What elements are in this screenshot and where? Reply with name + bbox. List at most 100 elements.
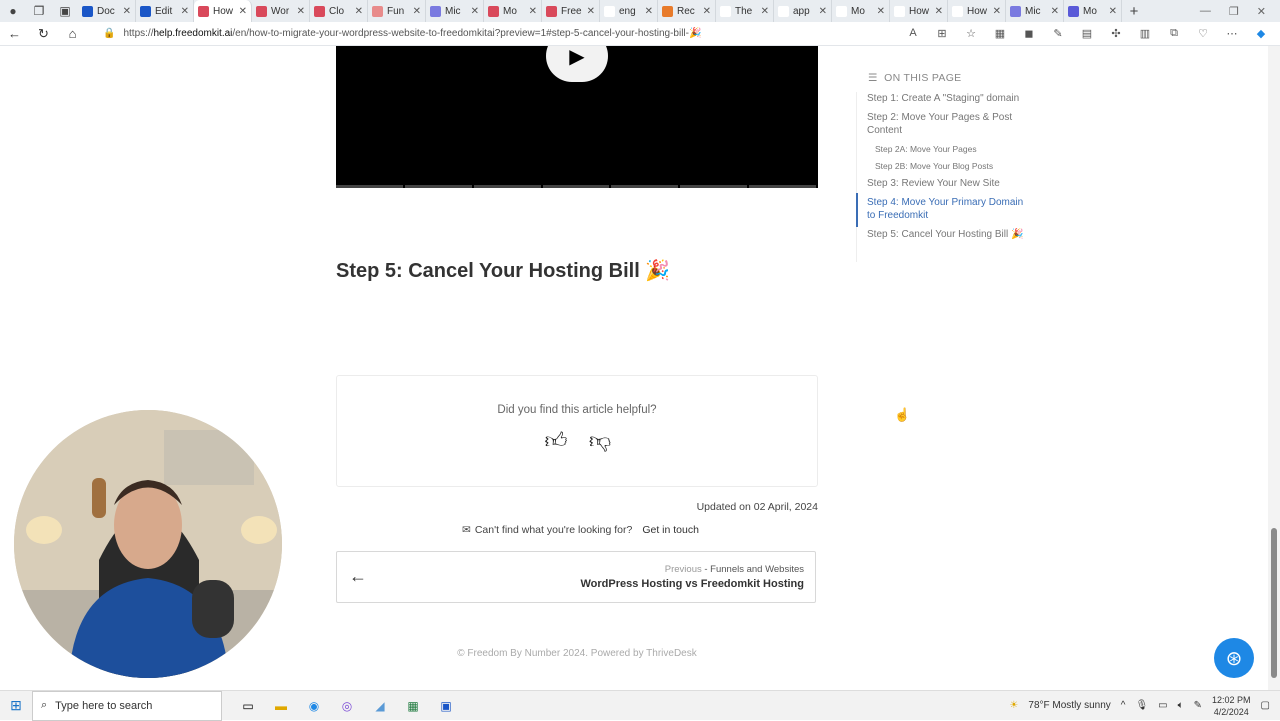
split-screen-icon[interactable]: ▥ [1136, 27, 1154, 40]
microphone-icon[interactable]: 🎙︎ [1135, 700, 1148, 711]
browser-tab[interactable]: Free ✕ [542, 0, 600, 22]
browser-tab[interactable]: The ✕ [716, 0, 774, 22]
weather-icon[interactable]: ☀ [1009, 700, 1018, 711]
new-tab-button[interactable]: + [1122, 3, 1146, 20]
tab-close-icon[interactable]: ✕ [761, 6, 769, 17]
minimize-icon[interactable]: — [1200, 5, 1211, 18]
toc-item[interactable]: Step 3: Review Your New Site [856, 177, 1031, 190]
volume-icon[interactable]: 🔈︎ [1178, 700, 1184, 711]
table-of-contents: ☰ ON THIS PAGE Step 1: Create A "Staging… [856, 72, 1260, 262]
page-scrollbar[interactable] [1268, 46, 1280, 690]
browser-tab[interactable]: Mo ✕ [832, 0, 890, 22]
thumbs-up-icon[interactable]: 👍︎ [543, 428, 569, 454]
browser-tab[interactable]: Rec ✕ [658, 0, 716, 22]
weather-text[interactable]: 78°F Mostly sunny [1028, 700, 1110, 711]
url-path: /en/how-to-migrate-your-wordpress-websit… [232, 28, 702, 39]
help-lifebuoy-button[interactable]: ⊛ [1214, 638, 1254, 678]
favorite-star-icon[interactable]: ☆ [962, 27, 980, 40]
clock-date: 4/2/2024 [1213, 706, 1249, 717]
tab-close-icon[interactable]: ✕ [935, 6, 943, 17]
performance-icon[interactable]: ♡ [1194, 27, 1212, 40]
tab-close-icon[interactable]: ✕ [587, 6, 595, 17]
copilot-icon[interactable]: ◆ [1252, 27, 1270, 40]
browser-tab[interactable]: Clo ✕ [310, 0, 368, 22]
browser-tab[interactable]: app ✕ [774, 0, 832, 22]
browser-tab[interactable]: Mic ✕ [1006, 0, 1064, 22]
thumbs-down-icon[interactable]: 👎︎ [587, 428, 613, 454]
windows-start-icon[interactable]: ⊞ [0, 697, 32, 714]
clock[interactable]: 12:02 PM 4/2/2024 [1212, 694, 1251, 718]
notifications-icon[interactable]: ▢ [1261, 700, 1270, 711]
extension-icon[interactable]: ▤ [1078, 27, 1096, 40]
toc-heading-label: ON THIS PAGE [884, 72, 962, 84]
scrollbar-thumb[interactable] [1271, 528, 1277, 678]
previous-article-card[interactable]: ← Previous - Funnels and Websites WordPr… [336, 551, 816, 603]
tab-close-icon[interactable]: ✕ [239, 6, 247, 17]
tab-close-icon[interactable]: ✕ [1109, 6, 1117, 17]
back-arrow-icon[interactable]: ← [0, 26, 29, 41]
tab-close-icon[interactable]: ✕ [123, 6, 131, 17]
app-available-icon[interactable]: ⊞ [933, 27, 951, 40]
extensions-puzzle-icon[interactable]: ✣ [1107, 27, 1125, 40]
more-menu-icon[interactable]: ⋯ [1223, 27, 1241, 40]
home-icon[interactable]: ⌂ [58, 26, 87, 41]
toc-item[interactable]: Step 5: Cancel Your Hosting Bill 🎉 [856, 228, 1031, 241]
browser-tab[interactable]: Mo ✕ [484, 0, 542, 22]
chevron-up-icon[interactable]: ^ [1121, 700, 1126, 711]
browser-tab[interactable]: eng ✕ [600, 0, 658, 22]
pen-icon[interactable]: ✎ [1194, 700, 1202, 711]
toc-item[interactable]: Step 1: Create A "Staging" domain [856, 92, 1031, 105]
tab-close-icon[interactable]: ✕ [181, 6, 189, 17]
read-aloud-icon[interactable]: A [904, 27, 922, 40]
extension-icon[interactable]: ◼ [1020, 27, 1038, 40]
video-progress-bar[interactable] [336, 185, 819, 188]
tab-close-icon[interactable]: ✕ [529, 6, 537, 17]
url-scheme: https:// [123, 28, 154, 39]
workspaces-icon[interactable]: ❐ [26, 0, 52, 22]
app-icon[interactable]: ◢ [368, 696, 392, 716]
toc-item[interactable]: Step 4: Move Your Primary Domain to Free… [856, 193, 1031, 227]
tab-actions-icon[interactable]: ▣ [52, 0, 78, 22]
tab-close-icon[interactable]: ✕ [413, 6, 421, 17]
file-explorer-icon[interactable]: ▬ [269, 696, 293, 716]
play-icon[interactable]: ▶ [546, 46, 608, 82]
close-window-icon[interactable]: ✕ [1257, 5, 1266, 18]
refresh-icon[interactable]: ↻ [29, 26, 58, 42]
browser-tab[interactable]: Fun ✕ [368, 0, 426, 22]
tab-close-icon[interactable]: ✕ [819, 6, 827, 17]
url-field[interactable]: 🔒 https://help.freedomkit.ai/en/how-to-m… [103, 25, 883, 43]
profile-icon[interactable]: ● [0, 0, 26, 22]
toc-item[interactable]: Step 2: Move Your Pages & Post Content [856, 111, 1031, 137]
app-icon[interactable]: ▣ [434, 696, 458, 716]
tab-close-icon[interactable]: ✕ [355, 6, 363, 17]
tab-close-icon[interactable]: ✕ [1051, 6, 1059, 17]
browser-tab[interactable]: How ✕ [194, 0, 252, 22]
restore-icon[interactable]: ❐ [1229, 5, 1239, 18]
collections-icon[interactable]: ⧉ [1165, 27, 1183, 40]
extension-icon[interactable]: ▦ [991, 27, 1009, 40]
taskbar-search-box[interactable]: ⌕ Type here to search [32, 690, 222, 721]
tab-close-icon[interactable]: ✕ [993, 6, 1001, 17]
tab-close-icon[interactable]: ✕ [471, 6, 479, 17]
pen-extension-icon[interactable]: ✎ [1049, 27, 1067, 40]
network-icon[interactable]: ▭ [1158, 700, 1167, 711]
toc-item[interactable]: Step 2A: Move Your Pages [856, 143, 1031, 156]
get-in-touch-link[interactable]: Get in touch [642, 524, 699, 536]
edge-icon[interactable]: ◉ [302, 696, 326, 716]
browser-tab[interactable]: Doc ✕ [78, 0, 136, 22]
browser-tab[interactable]: Wor ✕ [252, 0, 310, 22]
excel-icon[interactable]: ▦ [401, 696, 425, 716]
tab-close-icon[interactable]: ✕ [645, 6, 653, 17]
app-icon[interactable]: ◎ [335, 696, 359, 716]
browser-tab[interactable]: Edit ✕ [136, 0, 194, 22]
tab-close-icon[interactable]: ✕ [297, 6, 305, 17]
browser-tab[interactable]: Mo ✕ [1064, 0, 1122, 22]
browser-tab[interactable]: How ✕ [948, 0, 1006, 22]
task-view-icon[interactable]: ▭ [236, 696, 260, 716]
tab-close-icon[interactable]: ✕ [703, 6, 711, 17]
browser-tab[interactable]: Mic ✕ [426, 0, 484, 22]
tab-close-icon[interactable]: ✕ [877, 6, 885, 17]
video-player[interactable]: ▶ [336, 46, 819, 188]
browser-tab[interactable]: How ✕ [890, 0, 948, 22]
toc-item[interactable]: Step 2B: Move Your Blog Posts [856, 160, 1031, 173]
